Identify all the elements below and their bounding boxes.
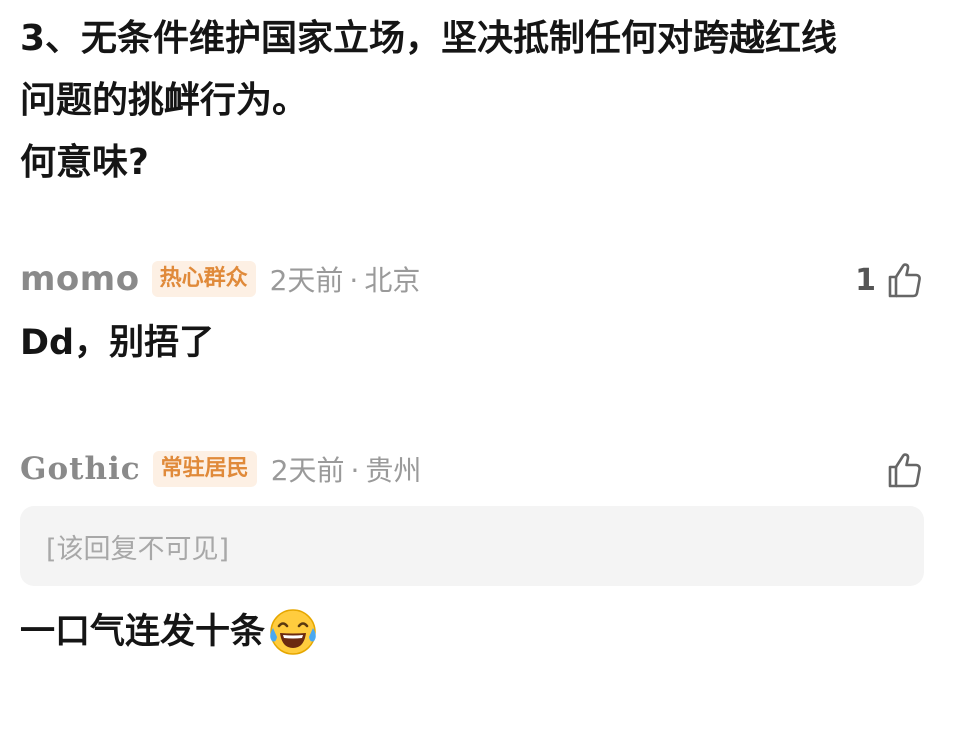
post-text-line-3: 何意味? bbox=[20, 142, 149, 183]
thumbs-up-icon[interactable] bbox=[884, 450, 924, 490]
thumbs-up-icon[interactable] bbox=[884, 260, 924, 300]
post-content: 3、无条件维护国家立场，坚决抵制任何对跨越红线 问题的挑衅行为。 何意味? bbox=[20, 8, 940, 194]
comment-location: 北京 bbox=[364, 264, 421, 297]
comment-thread-page: 3、无条件维护国家立场，坚决抵制任何对跨越红线 问题的挑衅行为。 何意味? mo… bbox=[0, 0, 960, 729]
like-count: 1 bbox=[855, 262, 876, 298]
quoted-reply-text: [该回复不可见] bbox=[46, 533, 230, 565]
meta-separator: · bbox=[350, 454, 360, 487]
comment-item: Gothic 常驻居民 2天前 · 贵州 [该回复不可见] 一口气连发十条 bbox=[20, 442, 924, 658]
comment-username[interactable]: momo bbox=[20, 259, 140, 299]
comment-time-location: 2天前 · 贵州 bbox=[271, 449, 422, 489]
comment-username[interactable]: Gothic bbox=[20, 451, 141, 487]
comment-location: 贵州 bbox=[365, 454, 422, 487]
comment-text: Dd，别捂了 bbox=[20, 323, 215, 363]
post-text-line-2: 问题的挑衅行为。 bbox=[20, 80, 309, 121]
comment-time: 2天前 bbox=[270, 454, 345, 487]
like-button[interactable]: 1 bbox=[855, 258, 924, 302]
comment-text-row: 一口气连发十条 bbox=[20, 606, 924, 658]
user-badge: 常驻居民 bbox=[152, 451, 257, 487]
comment-meta: Gothic 常驻居民 2天前 · 贵州 bbox=[20, 442, 924, 496]
comment-time-location: 2天前 · 北京 bbox=[270, 259, 421, 299]
quoted-reply[interactable]: [该回复不可见] bbox=[20, 506, 924, 586]
tears-of-joy-emoji-icon bbox=[270, 609, 316, 655]
comment-time: 2天前 bbox=[269, 264, 344, 297]
comment-item: momo 热心群众 2天前 · 北京 1 Dd，别捂了 bbox=[20, 252, 924, 368]
comment-text: 一口气连发十条 bbox=[20, 612, 266, 652]
comment-meta: momo 热心群众 2天前 · 北京 1 bbox=[20, 252, 924, 306]
meta-separator: · bbox=[349, 264, 359, 297]
user-badge: 热心群众 bbox=[151, 261, 256, 297]
post-text-line-1: 3、无条件维护国家立场，坚决抵制任何对跨越红线 bbox=[20, 18, 838, 59]
like-button[interactable] bbox=[884, 448, 924, 492]
